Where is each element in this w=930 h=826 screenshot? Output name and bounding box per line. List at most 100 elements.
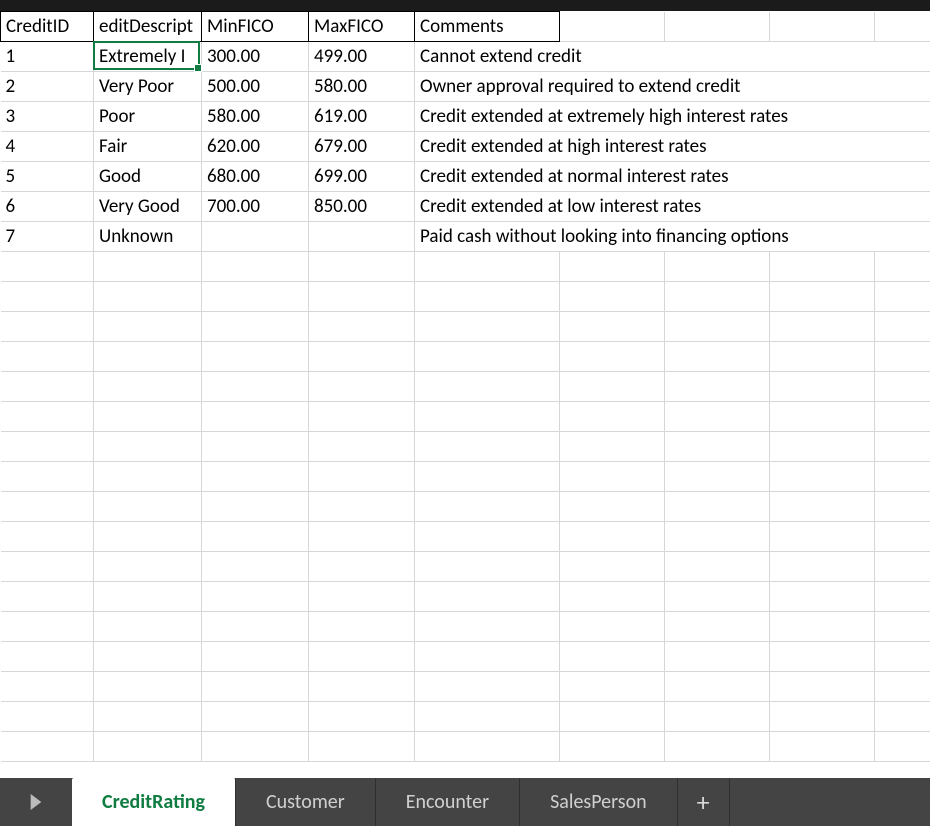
add-sheet-button[interactable]: +: [678, 778, 730, 826]
empty-row[interactable]: [1, 372, 930, 402]
empty-cell[interactable]: [770, 492, 875, 522]
cell-creditid[interactable]: 3: [1, 102, 94, 132]
cell-comments[interactable]: Credit extended at normal interest rates: [415, 162, 930, 192]
empty-cell[interactable]: [94, 462, 202, 492]
empty-row[interactable]: [1, 402, 930, 432]
empty-cell[interactable]: [665, 642, 770, 672]
cell-description[interactable]: Very Poor: [94, 72, 202, 102]
empty-cell[interactable]: [202, 342, 309, 372]
empty-cell[interactable]: [665, 612, 770, 642]
cell-comments[interactable]: Credit extended at high interest rates: [415, 132, 930, 162]
empty-cell[interactable]: [770, 312, 875, 342]
cell-creditid[interactable]: 2: [1, 72, 94, 102]
cells-table[interactable]: CreditID editDescript MinFICO MaxFICO Co…: [0, 11, 930, 762]
empty-cell[interactable]: [94, 522, 202, 552]
empty-cell[interactable]: [770, 612, 875, 642]
empty-cell[interactable]: [415, 552, 560, 582]
empty-cell[interactable]: [770, 12, 875, 42]
empty-cell[interactable]: [202, 282, 309, 312]
empty-cell[interactable]: [309, 522, 415, 552]
empty-cell[interactable]: [415, 432, 560, 462]
empty-cell[interactable]: [415, 372, 560, 402]
empty-cell[interactable]: [415, 522, 560, 552]
empty-cell[interactable]: [309, 282, 415, 312]
empty-cell[interactable]: [202, 372, 309, 402]
col-header-creditid[interactable]: CreditID: [1, 12, 94, 42]
empty-cell[interactable]: [415, 702, 560, 732]
empty-cell[interactable]: [415, 732, 560, 762]
cell-minfico[interactable]: 300.00: [202, 42, 309, 72]
empty-cell[interactable]: [1, 582, 94, 612]
col-header-creditdescription[interactable]: editDescript: [94, 12, 202, 42]
empty-cell[interactable]: [94, 672, 202, 702]
empty-cell[interactable]: [875, 552, 930, 582]
empty-cell[interactable]: [309, 342, 415, 372]
empty-cell[interactable]: [309, 432, 415, 462]
cell-minfico[interactable]: 620.00: [202, 132, 309, 162]
col-header-minfico[interactable]: MinFICO: [202, 12, 309, 42]
empty-cell[interactable]: [560, 312, 665, 342]
empty-cell[interactable]: [875, 12, 930, 42]
empty-cell[interactable]: [202, 492, 309, 522]
cell-minfico[interactable]: 500.00: [202, 72, 309, 102]
empty-cell[interactable]: [1, 612, 94, 642]
cell-minfico[interactable]: [202, 222, 309, 252]
empty-cell[interactable]: [202, 522, 309, 552]
empty-cell[interactable]: [309, 252, 415, 282]
empty-cell[interactable]: [309, 402, 415, 432]
empty-cell[interactable]: [309, 312, 415, 342]
empty-cell[interactable]: [875, 252, 930, 282]
empty-cell[interactable]: [1, 252, 94, 282]
cell-maxfico[interactable]: 850.00: [309, 192, 415, 222]
empty-cell[interactable]: [309, 642, 415, 672]
cell-creditid[interactable]: 1: [1, 42, 94, 72]
empty-cell[interactable]: [875, 462, 930, 492]
empty-cell[interactable]: [415, 492, 560, 522]
empty-cell[interactable]: [875, 612, 930, 642]
empty-cell[interactable]: [1, 702, 94, 732]
empty-cell[interactable]: [94, 702, 202, 732]
empty-cell[interactable]: [560, 492, 665, 522]
empty-cell[interactable]: [1, 282, 94, 312]
empty-row[interactable]: [1, 462, 930, 492]
empty-cell[interactable]: [560, 372, 665, 402]
empty-cell[interactable]: [665, 462, 770, 492]
empty-cell[interactable]: [202, 642, 309, 672]
empty-cell[interactable]: [415, 672, 560, 702]
cell-description[interactable]: Good: [94, 162, 202, 192]
empty-cell[interactable]: [1, 522, 94, 552]
table-row[interactable]: 7UnknownPaid cash without looking into f…: [1, 222, 930, 252]
empty-cell[interactable]: [560, 522, 665, 552]
tab-salesperson[interactable]: SalesPerson: [520, 778, 678, 826]
tab-encounter[interactable]: Encounter: [376, 778, 520, 826]
cell-description[interactable]: Fair: [94, 132, 202, 162]
cell-maxfico[interactable]: 679.00: [309, 132, 415, 162]
cell-minfico[interactable]: 700.00: [202, 192, 309, 222]
cell-creditid[interactable]: 6: [1, 192, 94, 222]
empty-cell[interactable]: [560, 612, 665, 642]
empty-cell[interactable]: [202, 552, 309, 582]
empty-cell[interactable]: [415, 252, 560, 282]
empty-row[interactable]: [1, 282, 930, 312]
empty-cell[interactable]: [1, 312, 94, 342]
empty-cell[interactable]: [875, 732, 930, 762]
cell-maxfico[interactable]: [309, 222, 415, 252]
empty-cell[interactable]: [309, 492, 415, 522]
empty-row[interactable]: [1, 252, 930, 282]
empty-cell[interactable]: [665, 432, 770, 462]
empty-cell[interactable]: [202, 252, 309, 282]
cell-description[interactable]: Poor: [94, 102, 202, 132]
cell-maxfico[interactable]: 699.00: [309, 162, 415, 192]
empty-cell[interactable]: [202, 672, 309, 702]
empty-row[interactable]: [1, 702, 930, 732]
cell-creditid[interactable]: 5: [1, 162, 94, 192]
empty-cell[interactable]: [1, 732, 94, 762]
cell-minfico[interactable]: 680.00: [202, 162, 309, 192]
empty-cell[interactable]: [560, 282, 665, 312]
empty-cell[interactable]: [875, 282, 930, 312]
empty-cell[interactable]: [770, 342, 875, 372]
empty-cell[interactable]: [665, 732, 770, 762]
empty-cell[interactable]: [665, 312, 770, 342]
empty-cell[interactable]: [560, 552, 665, 582]
empty-cell[interactable]: [875, 642, 930, 672]
